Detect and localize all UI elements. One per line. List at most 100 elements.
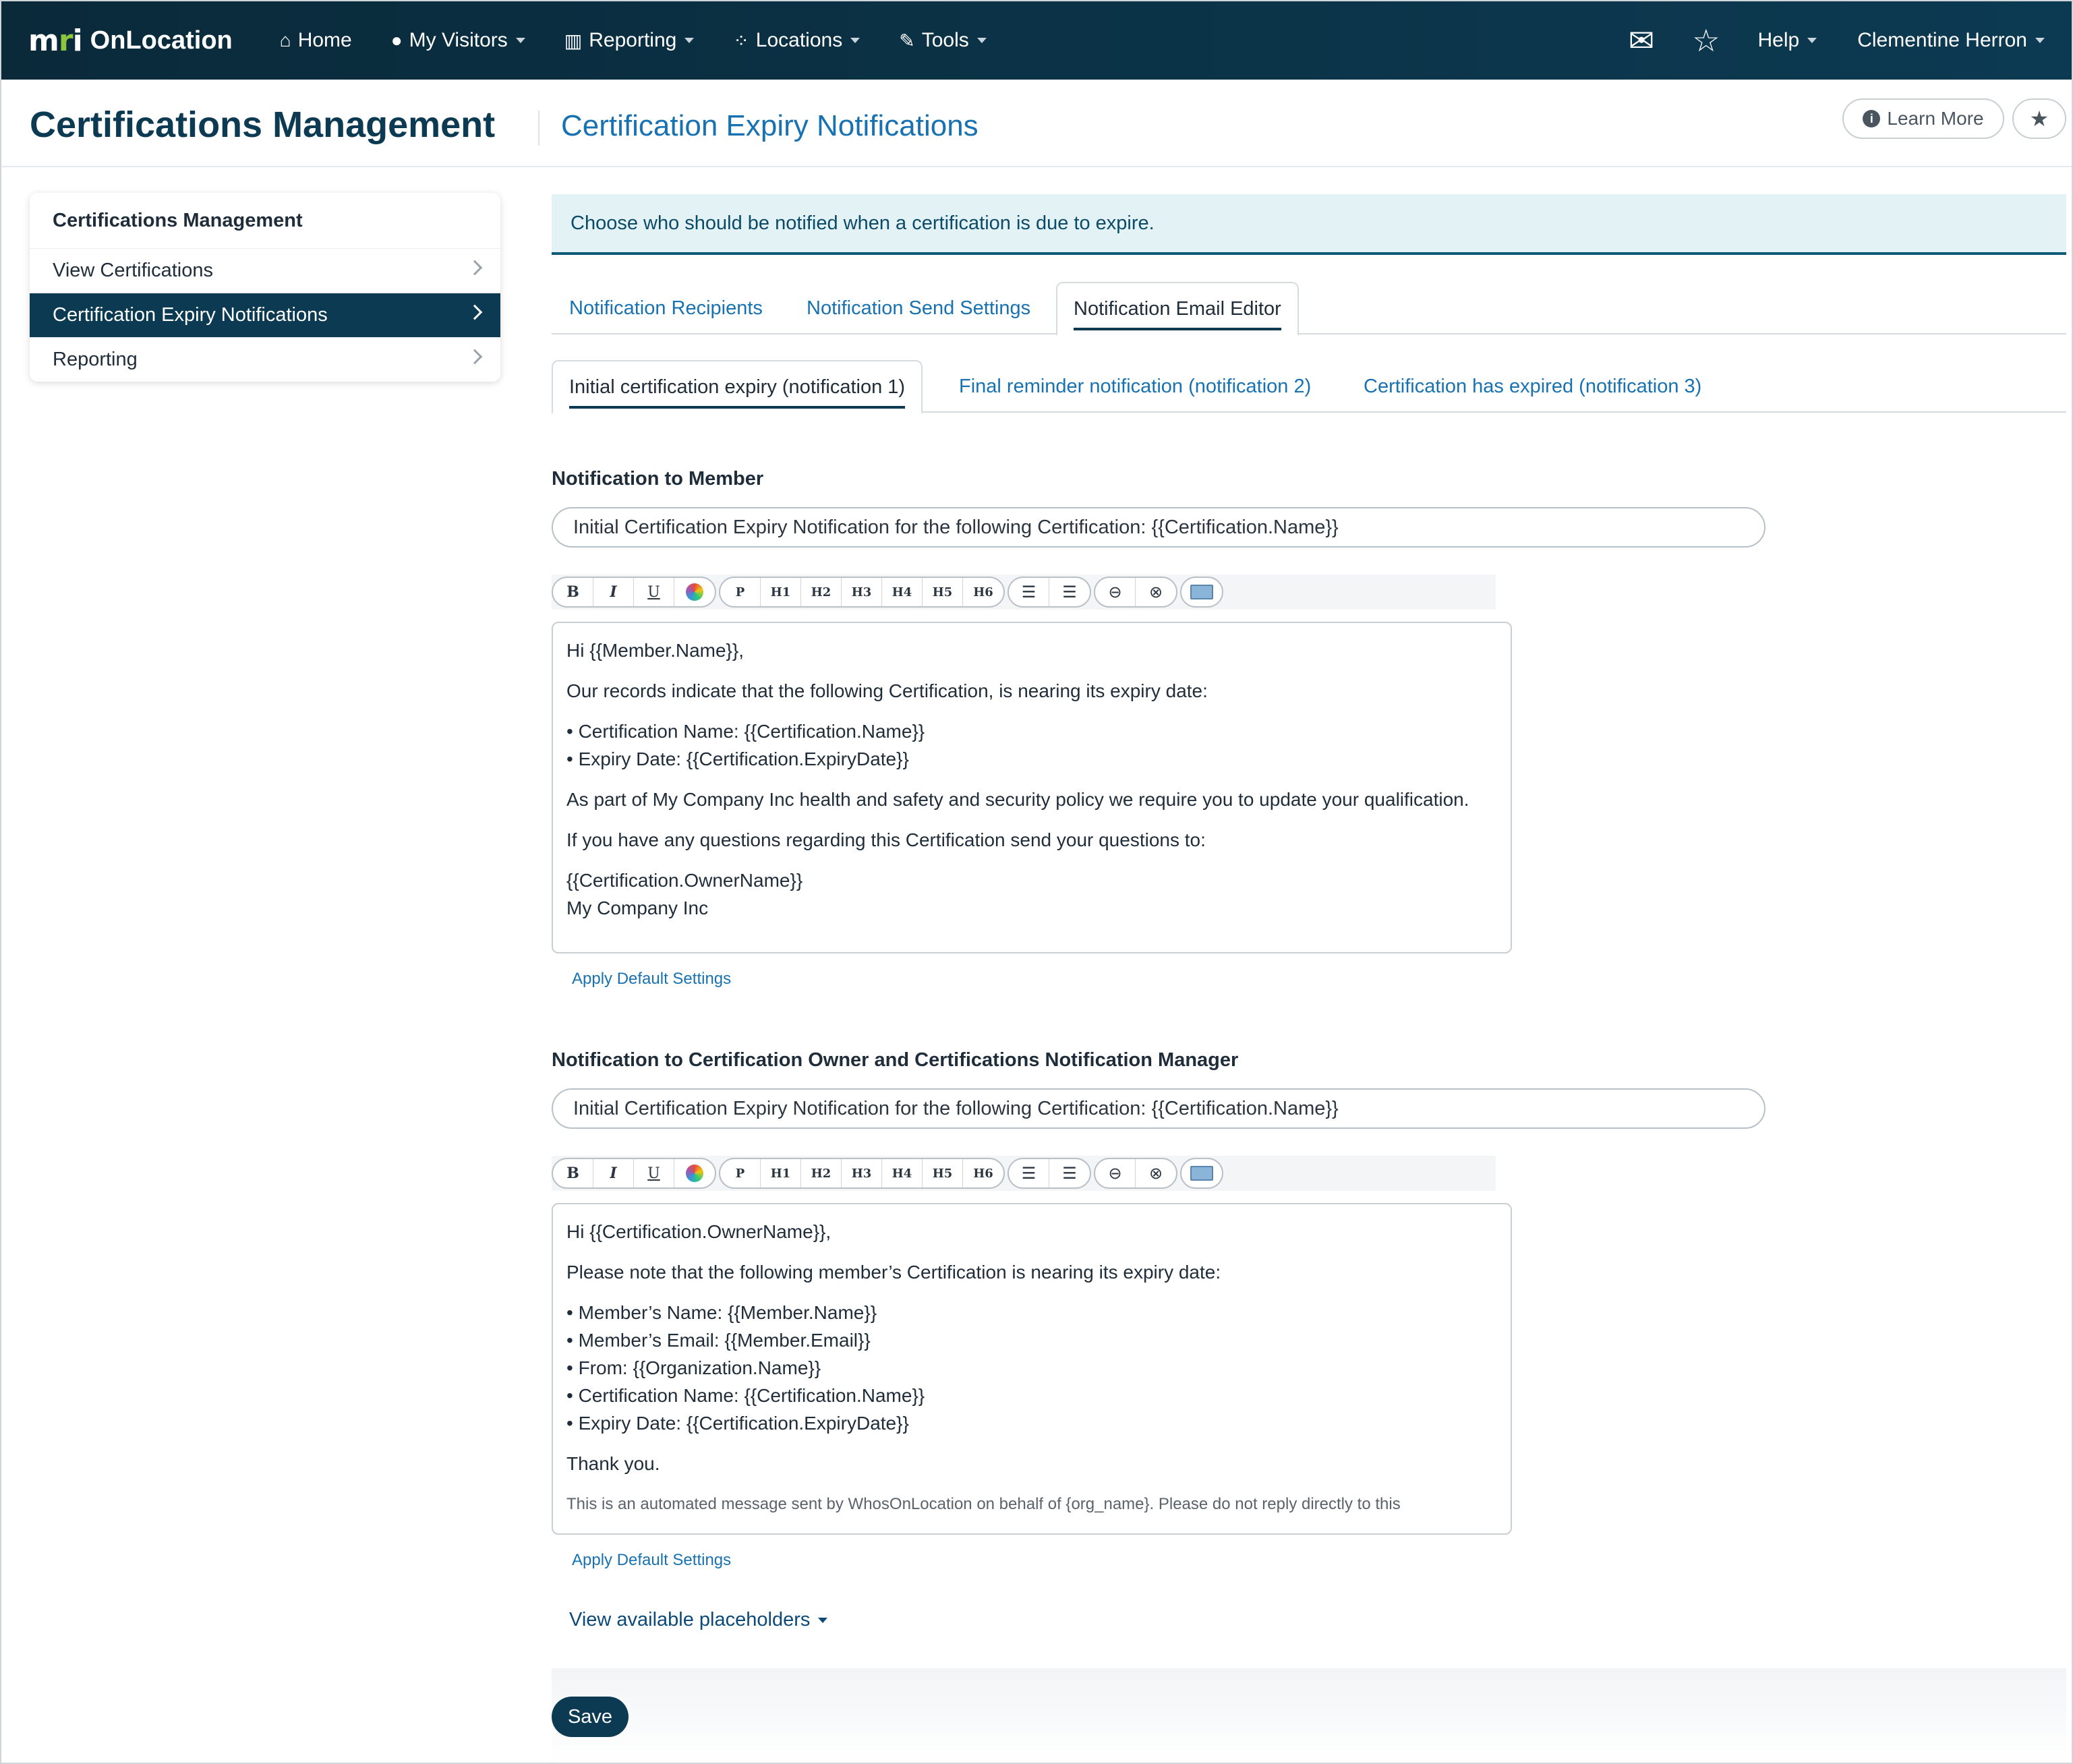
favorite-button[interactable]: ★ bbox=[2012, 98, 2066, 139]
page: mri OnLocation ⌂ Home ● My Visitors ▥ Re… bbox=[0, 0, 2073, 1764]
tab-label: Initial certification expiry (notificati… bbox=[569, 376, 906, 398]
text-color-button[interactable] bbox=[674, 1159, 715, 1187]
unlink-icon[interactable]: ⊗ bbox=[1136, 1159, 1176, 1187]
underline-button[interactable]: U bbox=[634, 1159, 674, 1187]
page-subtitle: Certification Expiry Notifications bbox=[561, 109, 979, 142]
editor-line: As part of My Company Inc health and saf… bbox=[566, 789, 1469, 810]
sidebar-item-reporting[interactable]: Reporting bbox=[30, 337, 500, 382]
h6-button[interactable]: H6 bbox=[963, 1159, 1003, 1187]
insert-image-button[interactable] bbox=[1181, 1159, 1222, 1187]
tab-certification-has-expired[interactable]: Certification has expired (notification … bbox=[1364, 360, 1701, 413]
logo-text: OnLocation bbox=[90, 26, 233, 55]
link-group: ⊖ ⊗ bbox=[1094, 577, 1177, 608]
italic-button[interactable]: I bbox=[593, 1159, 634, 1187]
envelope-icon[interactable]: ✉ bbox=[1629, 22, 1655, 59]
nav-tools[interactable]: ✎ Tools bbox=[899, 29, 987, 52]
owner-subject-input[interactable] bbox=[552, 1088, 1765, 1129]
editor-line: • Member’s Name: {{Member.Name}} bbox=[566, 1302, 877, 1323]
paragraph-button[interactable]: P bbox=[720, 1159, 761, 1187]
format-group: B I U bbox=[552, 577, 716, 608]
h4-button[interactable]: H4 bbox=[882, 578, 923, 606]
insert-image-button[interactable] bbox=[1181, 578, 1222, 606]
nav-locations[interactable]: ⁘ Locations bbox=[733, 29, 860, 52]
link-icon[interactable]: ⊖ bbox=[1095, 1159, 1136, 1187]
chevron-down-icon bbox=[976, 38, 987, 43]
member-section-label: Notification to Member bbox=[552, 468, 764, 490]
format-group: B I U bbox=[552, 1158, 716, 1189]
member-body-editor[interactable]: Hi {{Member.Name}}, Our records indicate… bbox=[552, 622, 1512, 953]
text-color-button[interactable] bbox=[674, 578, 715, 606]
unordered-list-icon[interactable]: ☰ bbox=[1049, 578, 1090, 606]
sidebar-heading: Certifications Management bbox=[53, 209, 303, 231]
save-button[interactable]: Save bbox=[552, 1697, 629, 1737]
h5-button[interactable]: H5 bbox=[923, 1159, 963, 1187]
info-banner: Choose who should be notified when a cer… bbox=[552, 194, 2066, 255]
secondary-tabs: Initial certification expiry (notificati… bbox=[552, 360, 2066, 414]
tab-notification-email-editor[interactable]: Notification Email Editor bbox=[1056, 282, 1299, 336]
network-icon: ⁘ bbox=[733, 30, 749, 51]
member-apply-default-link[interactable]: Apply Default Settings bbox=[572, 970, 731, 989]
app-logo[interactable]: mri OnLocation bbox=[28, 1, 233, 80]
h1-button[interactable]: H1 bbox=[761, 1159, 801, 1187]
editor-line: • Certification Name: {{Certification.Na… bbox=[566, 721, 925, 742]
tab-active-underline bbox=[569, 406, 906, 409]
nav-home[interactable]: ⌂ Home bbox=[280, 29, 352, 52]
media-group bbox=[1180, 577, 1223, 608]
media-group bbox=[1180, 1158, 1223, 1189]
learn-more-button[interactable]: i Learn More bbox=[1842, 98, 2004, 139]
underline-button[interactable]: U bbox=[634, 578, 674, 606]
owner-section-label: Notification to Certification Owner and … bbox=[552, 1049, 1239, 1071]
editor-line: Our records indicate that the following … bbox=[566, 680, 1208, 701]
main-menu: ⌂ Home ● My Visitors ▥ Reporting ⁘ Locat… bbox=[280, 29, 1026, 52]
h3-button[interactable]: H3 bbox=[842, 578, 882, 606]
sidebar-item-certification-expiry-notifications[interactable]: Certification Expiry Notifications bbox=[30, 293, 500, 337]
tab-notification-recipients[interactable]: Notification Recipients bbox=[569, 282, 763, 334]
paragraph-button[interactable]: P bbox=[720, 578, 761, 606]
unlink-icon[interactable]: ⊗ bbox=[1136, 578, 1176, 606]
owner-apply-default-link[interactable]: Apply Default Settings bbox=[572, 1551, 731, 1570]
nav-help[interactable]: Help bbox=[1758, 29, 1817, 52]
editor-line: • Expiry Date: {{Certification.ExpiryDat… bbox=[566, 1413, 909, 1434]
italic-button[interactable]: I bbox=[593, 578, 634, 606]
member-subject-input[interactable] bbox=[552, 507, 1765, 548]
chevron-down-icon bbox=[1807, 38, 1817, 43]
sidebar-item-view-certifications[interactable]: View Certifications bbox=[30, 248, 500, 293]
chevron-down-icon bbox=[515, 38, 525, 43]
view-placeholders-label: View available placeholders bbox=[569, 1609, 811, 1630]
h2-button[interactable]: H2 bbox=[801, 578, 842, 606]
editor-line: This is an automated message sent by Who… bbox=[566, 1495, 1401, 1513]
nav-help-label: Help bbox=[1757, 29, 1800, 51]
page-title: Certifications Management bbox=[30, 105, 496, 145]
ordered-list-icon[interactable]: ☰ bbox=[1009, 1159, 1049, 1187]
chevron-down-icon bbox=[850, 38, 860, 43]
nav-reporting[interactable]: ▥ Reporting bbox=[564, 29, 695, 52]
h4-button[interactable]: H4 bbox=[882, 1159, 923, 1187]
owner-body-editor[interactable]: Hi {{Certification.OwnerName}}, Please n… bbox=[552, 1203, 1512, 1535]
h5-button[interactable]: H5 bbox=[923, 578, 963, 606]
h6-button[interactable]: H6 bbox=[963, 578, 1003, 606]
editor-line: If you have any questions regarding this… bbox=[566, 829, 1206, 850]
link-icon[interactable]: ⊖ bbox=[1095, 578, 1136, 606]
header-divider bbox=[538, 111, 539, 146]
bold-button[interactable]: B bbox=[553, 578, 593, 606]
view-placeholders-dropdown[interactable]: View available placeholders bbox=[569, 1609, 828, 1631]
chevron-down-icon bbox=[684, 38, 695, 43]
unordered-list-icon[interactable]: ☰ bbox=[1049, 1159, 1090, 1187]
tab-notification-send-settings[interactable]: Notification Send Settings bbox=[807, 282, 1030, 334]
h2-button[interactable]: H2 bbox=[801, 1159, 842, 1187]
learn-more-label: Learn More bbox=[1887, 108, 1984, 129]
tab-final-reminder-notification[interactable]: Final reminder notification (notificatio… bbox=[959, 360, 1311, 413]
ordered-list-icon[interactable]: ☰ bbox=[1009, 578, 1049, 606]
bold-button[interactable]: B bbox=[553, 1159, 593, 1187]
sidebar-item-label: Reporting bbox=[53, 349, 138, 370]
chevron-right-icon bbox=[467, 304, 483, 320]
tab-initial-certification-expiry[interactable]: Initial certification expiry (notificati… bbox=[552, 360, 923, 414]
h3-button[interactable]: H3 bbox=[842, 1159, 882, 1187]
nav-tools-label: Tools bbox=[921, 29, 969, 51]
logo-mark: mri bbox=[28, 23, 83, 58]
primary-tabs: Notification Recipients Notification Sen… bbox=[552, 282, 2066, 336]
h1-button[interactable]: H1 bbox=[761, 578, 801, 606]
user-menu[interactable]: Clementine Herron bbox=[1857, 29, 2045, 52]
nav-my-visitors[interactable]: ● My Visitors bbox=[391, 29, 525, 52]
star-outline-icon[interactable]: ☆ bbox=[1692, 22, 1720, 59]
